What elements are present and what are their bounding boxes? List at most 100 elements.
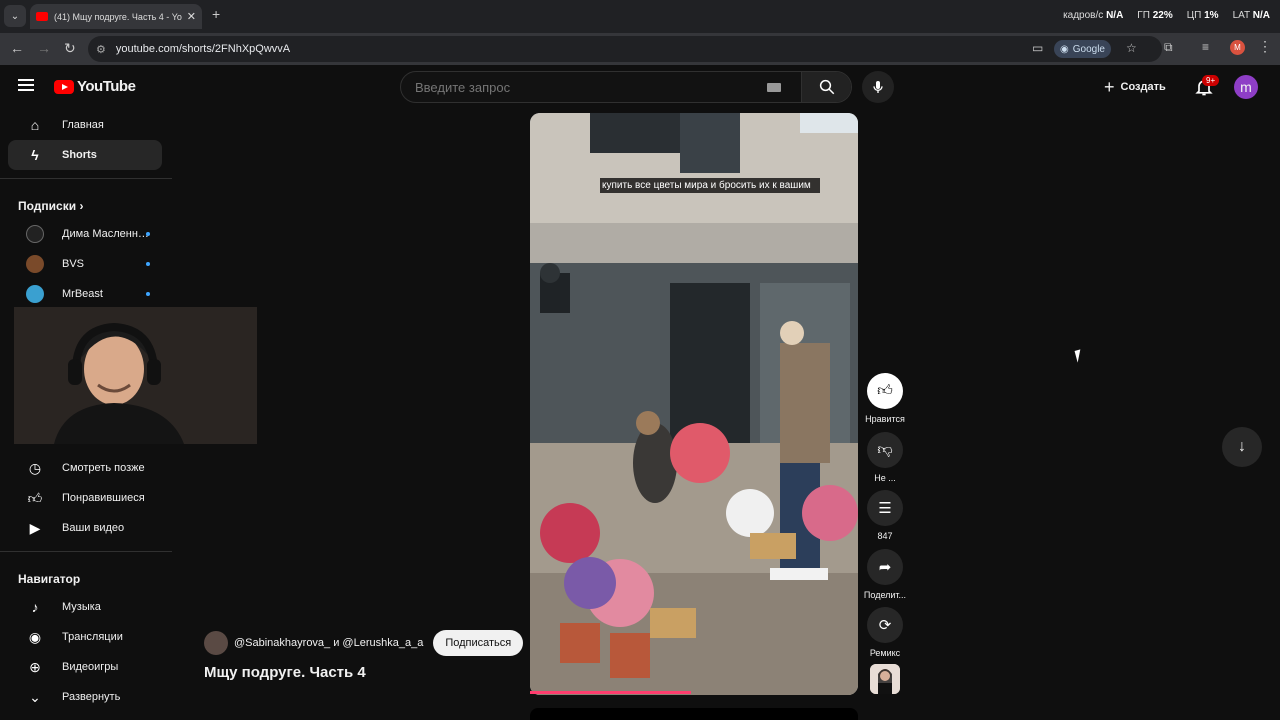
sidebar-item-shorts[interactable]: ϟ Shorts [8, 140, 162, 170]
remix-button[interactable]: ⟳ Ремикс [862, 607, 908, 658]
remix-label: Ремикс [869, 648, 901, 658]
bookmark-star-icon[interactable]: ☆ [1126, 41, 1137, 55]
sidebar-item-label: Ваши видео [62, 522, 125, 534]
divider [0, 551, 172, 552]
chevron-down-icon: ⌄ [29, 688, 41, 705]
explore-heading: Навигатор [18, 572, 81, 586]
subscriptions-heading[interactable]: Подписки › [0, 187, 172, 219]
remix-icon: ⟳ [867, 607, 903, 643]
short-video-player[interactable] [530, 113, 858, 695]
subscribe-button[interactable]: Подписаться [433, 630, 524, 656]
browser-tabstrip: ⌄ (41) Мщу подруге. Часть 4 - Yo ✕ + кад… [0, 0, 1280, 33]
like-button[interactable]: 👍︎ Нравится [862, 373, 908, 424]
video-frame [530, 113, 858, 695]
sidebar-item-your-videos[interactable]: ▶ Ваши видео [8, 513, 162, 543]
channel-avatar[interactable] [204, 631, 228, 655]
lat-label: LAT [1232, 10, 1250, 21]
share-label: Поделит... [863, 590, 907, 600]
tab-search-button[interactable]: ⌄ [4, 5, 26, 27]
install-icon[interactable]: ▭ [1032, 41, 1043, 55]
new-tab-button[interactable]: + [212, 6, 220, 22]
music-icon: ♪ [31, 599, 39, 615]
mouse-cursor-icon [1074, 349, 1084, 363]
audio-source-thumbnail[interactable] [870, 664, 900, 694]
sidebar-you-section: ◷ Смотреть позже 👍︎ Понравившиеся ▶ Ваши… [0, 453, 172, 712]
gpu-label: ГП [1137, 10, 1150, 21]
search-icon [819, 79, 834, 95]
logo-text: YouTube [77, 78, 136, 95]
keyboard-icon[interactable] [767, 82, 781, 92]
next-short-button[interactable]: ↓ [1222, 427, 1262, 467]
extensions-icon[interactable]: ⧉ [1164, 40, 1173, 55]
cpu-unit: % [1209, 10, 1219, 21]
sidebar-item-label: Музыка [62, 601, 101, 613]
search-input[interactable] [401, 79, 767, 95]
reload-icon[interactable]: ↻ [64, 40, 76, 57]
dislike-button[interactable]: 👎︎ Не ... [862, 432, 908, 483]
perf-overlay: кадров/с N/A ГП 22% ЦП 1% LAT N/A [1063, 10, 1270, 21]
share-icon: ➦ [867, 549, 903, 585]
channel-avatar [26, 225, 44, 243]
sidebar-item-live[interactable]: ◉ Трансляции [8, 622, 162, 652]
sidebar-subscription[interactable]: BVS [8, 249, 162, 279]
media-icon[interactable]: ≡ [1202, 40, 1209, 54]
browser-profile-avatar[interactable]: M [1230, 40, 1245, 55]
sidebar-subscription[interactable]: Дима Масленн… [8, 219, 162, 249]
sidebar-item-home[interactable]: ⌂ Главная [8, 110, 162, 140]
browser-menu-icon[interactable]: ⋮ [1258, 38, 1272, 55]
chevron-right-icon: › [79, 199, 84, 213]
thumb-down-icon: 👎︎ [867, 432, 903, 468]
sidebar-item-watch-later[interactable]: ◷ Смотреть позже [8, 453, 162, 483]
address-bar[interactable]: ⚙ youtube.com/shorts/2FNhXpQwvvA ▭ ◉ Goog… [88, 36, 1162, 62]
gpu-value: 22 [1152, 10, 1164, 21]
create-button[interactable]: + Создать [1104, 75, 1166, 99]
new-content-dot [146, 292, 150, 296]
share-button[interactable]: ➦ Поделит... [862, 549, 908, 600]
video-progress-bar[interactable] [530, 691, 691, 694]
google-icon: ◉ [1060, 43, 1069, 55]
channel-avatar [26, 285, 44, 303]
home-icon: ⌂ [30, 117, 40, 133]
streamer-image [14, 307, 257, 444]
channel-avatar [26, 255, 44, 273]
menu-icon[interactable] [18, 79, 34, 91]
sidebar-item-show-more[interactable]: ⌄ Развернуть [8, 682, 162, 712]
browser-toolbar: ← → ↻ ⚙ youtube.com/shorts/2FNhXpQwvvA ▭… [0, 33, 1280, 65]
sidebar-item-label: Shorts [62, 149, 97, 161]
sidebar-item-liked[interactable]: 👍︎ Понравившиеся [8, 483, 162, 513]
plus-icon: + [1104, 76, 1115, 97]
comment-icon: ☰ [867, 490, 903, 526]
video-caption: купить все цветы мира и бросить их к ваш… [600, 178, 820, 193]
back-icon[interactable]: ← [10, 40, 24, 56]
fps-label: кадров/с [1063, 10, 1104, 21]
voice-search-button[interactable] [862, 71, 894, 103]
youtube-logo[interactable]: YouTube [54, 78, 136, 95]
sidebar-item-label: Смотреть позже [62, 462, 145, 474]
search-button[interactable] [801, 72, 851, 102]
account-avatar[interactable]: m [1234, 75, 1258, 99]
sidebar: ⌂ Главная ϟ Shorts Подписки › Дима Масле… [0, 110, 172, 309]
notification-badge: 9+ [1202, 75, 1220, 86]
sidebar-item-music[interactable]: ♪ Музыка [8, 592, 162, 622]
channel-handles[interactable]: @Sabinakhayrova_ и @Lerushka_a_a [234, 637, 423, 649]
next-short-preview [530, 708, 858, 720]
forward-icon[interactable]: → [37, 40, 51, 56]
short-title[interactable]: Мщу подруге. Часть 4 [204, 664, 366, 681]
webcam-overlay [14, 307, 257, 444]
browser-tab[interactable]: (41) Мщу подруге. Часть 4 - Yo ✕ [30, 4, 202, 29]
close-icon[interactable]: ✕ [187, 10, 196, 23]
create-label: Создать [1120, 81, 1166, 93]
url-text: youtube.com/shorts/2FNhXpQwvvA [115, 43, 291, 55]
comments-button[interactable]: ☰ 847 [862, 490, 908, 541]
thumb-up-icon: 👍︎ [867, 373, 903, 409]
sidebar-item-label: Понравившиеся [62, 492, 145, 504]
video-icon: ▶ [29, 519, 41, 536]
sidebar-item-gaming[interactable]: ⊕ Видеоигры [8, 652, 162, 682]
sidebar-item-label: Видеоигры [62, 661, 119, 673]
search-box [400, 71, 852, 103]
google-lens-pill[interactable]: ◉ Google [1054, 40, 1111, 58]
sidebar-subscription[interactable]: MrBeast [8, 279, 162, 309]
site-info-icon[interactable]: ⚙ [96, 43, 106, 56]
comments-count: 847 [877, 531, 893, 541]
sidebar-item-label: Развернуть [62, 691, 121, 703]
